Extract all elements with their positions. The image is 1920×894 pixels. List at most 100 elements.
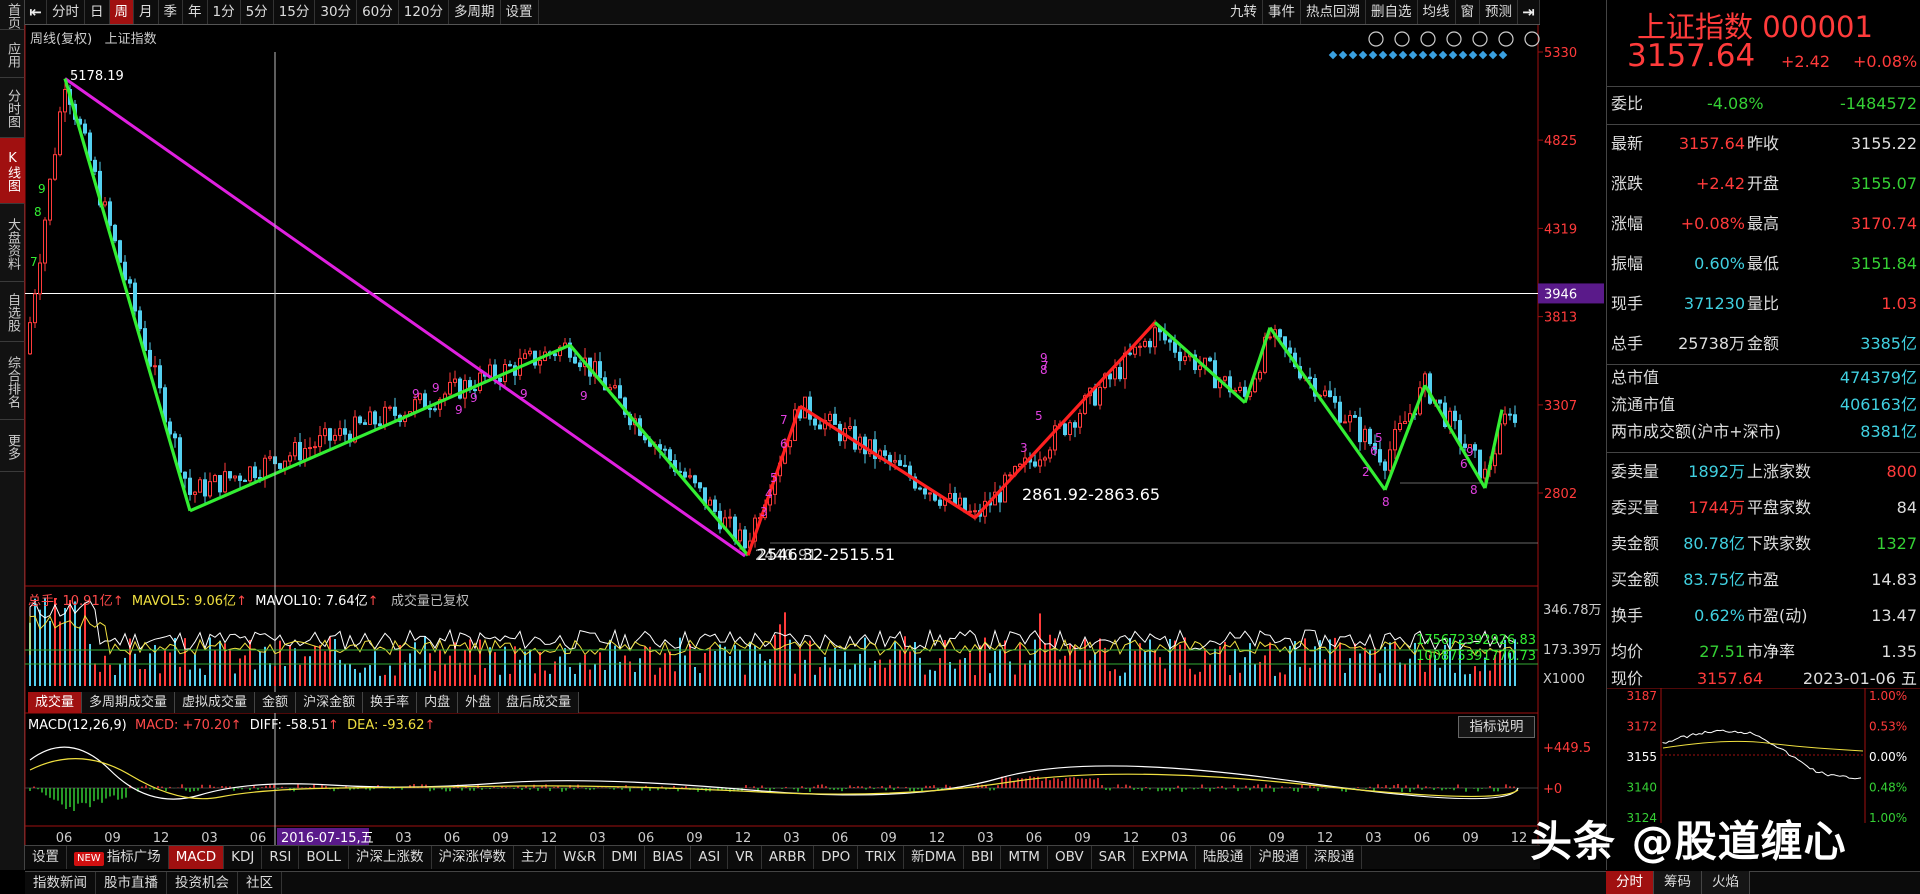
indicator-7[interactable]: 主力	[514, 846, 557, 869]
x-axis-label: 12	[541, 831, 558, 846]
vol-tab-6[interactable]: 内盘	[417, 692, 459, 713]
indicator-15[interactable]: TRIX	[858, 846, 905, 869]
indicator-14[interactable]: DPO	[814, 846, 859, 869]
indicator-square-label: 指标广场	[106, 849, 161, 865]
indicator-18[interactable]: MTM	[1001, 846, 1048, 869]
footer-3[interactable]: 社区	[238, 872, 282, 894]
td-sequence-number: 8	[34, 205, 42, 219]
vol-tab-7[interactable]: 外盘	[458, 692, 500, 713]
mini-right-label: 0.53%	[1869, 720, 1907, 734]
chart-period-type: 周线(复权)	[30, 32, 93, 47]
td-sequence-number: 5	[770, 471, 778, 485]
indicator-12[interactable]: VR	[728, 846, 762, 869]
x-axis-label: 09	[880, 831, 897, 846]
mid-range-label: 2861.92-2863.65	[1022, 485, 1160, 504]
x-axis-label: 03	[395, 831, 412, 846]
indicator-4[interactable]: BOLL	[299, 846, 350, 869]
macd-legend: MACD(12,26,9) MACD: +70.20↑ DIFF: -58.51…	[28, 718, 436, 733]
rows2-value1: 80.78亿	[1683, 534, 1745, 553]
rows2-row: 委卖量 1892万 上涨家数 800	[1607, 452, 1920, 492]
vol-tab-2[interactable]: 虚拟成交量	[175, 692, 256, 713]
rows2-value1: 0.62%	[1694, 606, 1745, 625]
vol-tab-1[interactable]: 多周期成交量	[82, 692, 176, 713]
right-tab-2[interactable]: 火焰	[1702, 871, 1750, 894]
vol-tab-3[interactable]: 金额	[255, 692, 297, 713]
x-axis-label: 12	[735, 831, 752, 846]
footer-2[interactable]: 投资机会	[167, 872, 238, 894]
mini-left-label: 3187	[1626, 689, 1657, 703]
indicator-6[interactable]: 沪深涨停数	[432, 846, 515, 869]
td-sequence-number: 9	[455, 403, 463, 417]
indicator-1[interactable]: MACD	[168, 846, 225, 869]
mini-right-label: 1.00%	[1869, 811, 1907, 823]
rows2-value1: 83.75亿	[1683, 570, 1745, 589]
right-tab-1[interactable]: 筹码	[1654, 871, 1702, 894]
indicator-24[interactable]: 深股通	[1307, 846, 1363, 869]
indicator-21[interactable]: EXPMA	[1134, 846, 1196, 869]
rows2-value2: 1.35	[1881, 642, 1917, 661]
rows-label2: 昨收	[1747, 134, 1780, 153]
y-axis-label: 4825	[1544, 134, 1577, 149]
y-axis-label: 3946	[1544, 287, 1577, 302]
rows2-label1: 卖金额	[1611, 534, 1660, 553]
td-sequence-number: 6	[1460, 457, 1468, 471]
x-axis-label: 06	[444, 831, 461, 846]
footer-0[interactable]: 指数新闻	[25, 872, 96, 894]
indicator-17[interactable]: BBI	[964, 846, 1002, 869]
indicator-23[interactable]: 沪股通	[1251, 846, 1307, 869]
indicator-22[interactable]: 陆股通	[1196, 846, 1252, 869]
indicator-square-button[interactable]: NEW 指标广场	[67, 846, 169, 869]
vol-tab-5[interactable]: 换手率	[363, 692, 418, 713]
indicator-11[interactable]: ASI	[691, 846, 729, 869]
x-axis-label: 12	[929, 831, 946, 846]
indicator-settings-button[interactable]: 设置	[25, 846, 67, 869]
vol-y-unit: X1000	[1543, 672, 1585, 687]
indicator-help-button[interactable]: 指标说明	[1458, 716, 1535, 738]
rows-row: 总手 25738万 金额 3385亿	[1607, 324, 1920, 364]
x-axis-label: 06	[832, 831, 849, 846]
mv-label: 总市值	[1611, 368, 1660, 387]
right-tab-0[interactable]: 分时	[1606, 871, 1654, 894]
x-axis-label: 09	[686, 831, 703, 846]
indicator-16[interactable]: 新DMA	[904, 846, 964, 869]
rows2-label2: 平盘家数	[1747, 498, 1812, 517]
quote-panel: 上证指数 000001 3157.64 +2.42 +0.08% 委比 -4.0…	[1606, 0, 1920, 870]
rows-label2: 最高	[1747, 214, 1780, 233]
rows2-label1: 均价	[1611, 642, 1644, 661]
indicator-5[interactable]: 沪深上涨数	[349, 846, 432, 869]
indicator-19[interactable]: OBV	[1048, 846, 1092, 869]
footer-1[interactable]: 股市直播	[96, 872, 167, 894]
rows2-value2: 800	[1886, 462, 1917, 481]
indicator-10[interactable]: BIAS	[645, 846, 692, 869]
indicator-9[interactable]: DMI	[604, 846, 646, 869]
rows2-value2: 13.47	[1871, 606, 1917, 625]
new-badge: NEW	[74, 852, 104, 866]
rows2-label1: 委买量	[1611, 498, 1660, 517]
indicator-3[interactable]: RSI	[262, 846, 300, 869]
x-axis-label: 12	[153, 831, 170, 846]
vol-tab-0[interactable]: 成交量	[28, 692, 83, 713]
high-price-label: 5178.19	[70, 69, 124, 84]
indicator-13[interactable]: ARBR	[762, 846, 815, 869]
vol-tab-4[interactable]: 沪深金额	[296, 692, 364, 713]
rows-row: 涨幅 +0.08% 最高 3170.74	[1607, 204, 1920, 244]
vol-ma5-label: MAVOL5: 9.06亿	[131, 594, 237, 609]
vol-tab-8[interactable]: 盘后成交量	[499, 692, 580, 713]
rows2-value1: 1892万	[1688, 462, 1745, 481]
indicator-2[interactable]: KDJ	[224, 846, 263, 869]
kline-chart-canvas[interactable]: 53304825431939463813330728025178.192440.…	[0, 0, 1606, 870]
td-sequence-number: 9	[470, 391, 478, 405]
rows2-label2: 下跌家数	[1747, 534, 1812, 553]
td-sequence-number: 9	[580, 389, 588, 403]
intraday-mini-chart[interactable]: 318731723155314031241.00%0.53%0.00%0.48%…	[1607, 688, 1920, 823]
td-sequence-number: 4	[765, 487, 773, 501]
rows2-row: 委买量 1744万 平盘家数 84	[1607, 488, 1920, 528]
vol-right-val2: 100875391770.73	[1416, 649, 1536, 664]
y-axis-label: 3307	[1544, 399, 1577, 414]
indicator-8[interactable]: W&R	[556, 846, 605, 869]
mini-right-label: 1.00%	[1869, 689, 1907, 703]
indicator-20[interactable]: SAR	[1092, 846, 1135, 869]
x-axis-label: 03	[783, 831, 800, 846]
mini-right-label: 0.48%	[1869, 781, 1907, 795]
vol-total-label: 总手: 10.91亿	[28, 594, 113, 609]
